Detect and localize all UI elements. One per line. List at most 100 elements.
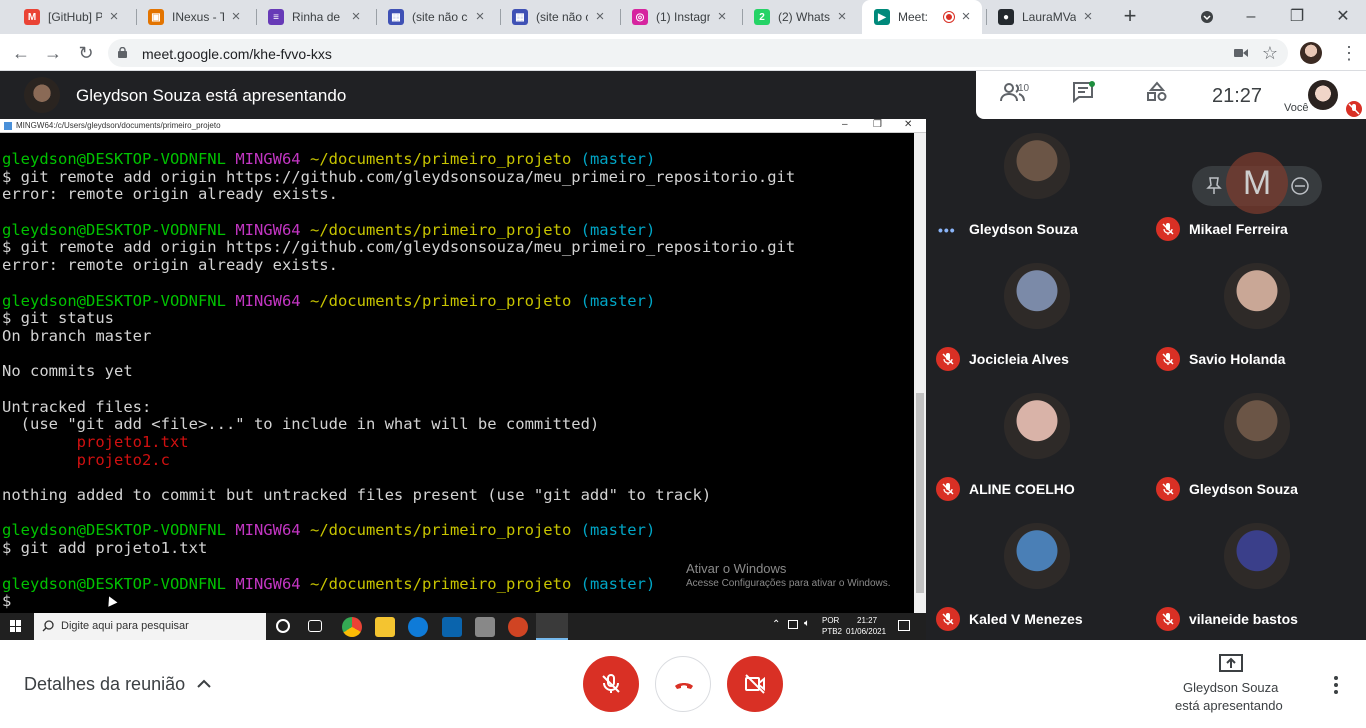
output-line: On branch master xyxy=(2,326,152,345)
presenter-title: Gleydson Souza está apresentando xyxy=(76,86,347,105)
back-icon[interactable]: ← xyxy=(8,40,34,66)
tab-title: [GitHub] Pl xyxy=(48,10,102,24)
terminal-line: error: remote origin already exists. xyxy=(2,256,914,275)
browser-tab[interactable]: ◎ (1) Instagra × xyxy=(620,0,738,34)
tray-keyboard[interactable]: PTB2 xyxy=(822,627,842,636)
powerpoint-icon[interactable] xyxy=(508,617,528,637)
participant-tile[interactable]: ALINE COELHO xyxy=(926,379,1146,509)
meet-header: Gleydson Souza está apresentando xyxy=(0,71,1366,119)
chrome-taskbar-icon[interactable] xyxy=(342,617,362,637)
close-tab-icon[interactable]: × xyxy=(592,9,608,25)
close-tab-icon[interactable]: × xyxy=(1080,9,1096,25)
minimize-icon[interactable]: – xyxy=(1236,4,1266,30)
participant-tile[interactable]: Gleydson Souza xyxy=(1146,379,1366,509)
command-line: $ git remote add origin https://github.c… xyxy=(2,167,796,186)
hang-up-button[interactable] xyxy=(655,656,711,712)
close-tab-icon[interactable]: × xyxy=(228,9,244,25)
terminal-window[interactable]: MINGW64:/c/Users/gleydson/documents/prim… xyxy=(0,119,926,613)
participant-avatar xyxy=(1224,263,1290,329)
close-tab-icon[interactable]: × xyxy=(958,9,974,25)
url-text[interactable]: meet.google.com/khe-fvvo-kxs xyxy=(142,46,332,62)
network-icon[interactable] xyxy=(788,620,798,629)
present-screen-icon[interactable] xyxy=(1219,654,1243,674)
participant-avatar xyxy=(1004,523,1070,589)
browser-tab[interactable]: ▦ (site não co × xyxy=(376,0,496,34)
close-tab-icon[interactable]: × xyxy=(106,9,122,25)
presenting-label-line2[interactable]: está apresentando xyxy=(1175,698,1283,713)
tray-chevron-icon[interactable]: ⌃ xyxy=(772,619,780,630)
presenting-label-line1[interactable]: Gleydson Souza xyxy=(1183,680,1278,695)
close-tab-icon[interactable]: × xyxy=(714,9,730,25)
task-view-icon[interactable] xyxy=(308,620,322,632)
store-icon[interactable] xyxy=(475,617,495,637)
browser-tab[interactable]: M [GitHub] Pl × xyxy=(12,0,130,34)
remove-icon[interactable] xyxy=(1290,176,1310,196)
participant-tile[interactable]: ••• Gleydson Souza xyxy=(926,119,1146,249)
terminal-close-icon[interactable]: ✕ xyxy=(904,119,912,131)
mail-icon[interactable] xyxy=(442,617,462,637)
participant-tile[interactable]: vilaneide bastos xyxy=(1146,509,1366,639)
cortana-icon[interactable] xyxy=(276,619,290,633)
close-tab-icon[interactable]: × xyxy=(348,9,364,25)
command-line: $ git add projeto1.txt xyxy=(2,539,208,558)
error-line: error: remote origin already exists. xyxy=(2,185,338,204)
close-window-icon[interactable]: ✕ xyxy=(1328,4,1358,30)
camera-blocked-icon[interactable] xyxy=(1234,47,1248,59)
prompt-user: gleydson@DESKTOP-VODNFNL xyxy=(2,291,226,310)
tab-search-icon[interactable] xyxy=(1192,4,1222,30)
participant-initial-avatar: M xyxy=(1226,152,1288,214)
tray-language[interactable]: POR xyxy=(822,616,839,625)
browser-tab[interactable]: ● LauraMVas × xyxy=(986,0,1104,34)
close-tab-icon[interactable]: × xyxy=(472,9,488,25)
profile-avatar[interactable] xyxy=(1300,42,1322,64)
chat-icon[interactable] xyxy=(1072,81,1096,103)
terminal-maximize-icon[interactable]: ❐ xyxy=(873,119,882,131)
participant-avatar xyxy=(1004,133,1070,199)
file-explorer-icon[interactable] xyxy=(375,617,395,637)
browser-tab[interactable]: ▶ Meet: × xyxy=(862,0,982,34)
prompt-env: MINGW64 xyxy=(235,574,301,593)
notification-icon[interactable] xyxy=(898,620,910,631)
reload-icon[interactable]: ↻ xyxy=(73,40,99,66)
omnibox[interactable]: meet.google.com/khe-fvvo-kxs ☆ xyxy=(108,39,1288,67)
restore-icon[interactable]: ❐ xyxy=(1282,4,1312,30)
prompt-branch: (master) xyxy=(580,220,656,239)
mic-off-button[interactable] xyxy=(583,656,639,712)
terminal-scrollbar[interactable] xyxy=(914,133,926,613)
close-tab-icon[interactable]: × xyxy=(834,9,850,25)
terminal-scroll-thumb[interactable] xyxy=(916,393,924,593)
browser-tab[interactable]: ≡ Rinha de C × xyxy=(256,0,372,34)
tray-date[interactable]: 01/06/2021 xyxy=(846,627,886,636)
forward-icon[interactable]: → xyxy=(40,40,66,66)
bookmark-star-icon[interactable]: ☆ xyxy=(1262,43,1278,63)
self-label: Você xyxy=(1284,102,1309,114)
tray-time[interactable]: 21:27 xyxy=(857,616,877,625)
self-avatar xyxy=(1308,80,1338,110)
volume-icon[interactable]: 🔈︎ xyxy=(804,618,810,629)
prompt-branch: (master) xyxy=(580,574,656,593)
terminal-minimize-icon[interactable]: – xyxy=(842,119,848,131)
more-options-icon[interactable] xyxy=(1330,674,1342,696)
git-bash-taskbar-icon[interactable] xyxy=(536,613,568,640)
windows-start-icon[interactable] xyxy=(10,620,22,632)
camera-off-button[interactable] xyxy=(727,656,783,712)
participant-tile[interactable]: Jocicleia Alves xyxy=(926,249,1146,379)
browser-tab[interactable]: ▣ INexus - Tu × xyxy=(136,0,252,34)
meeting-details-button[interactable]: Detalhes da reunião xyxy=(24,674,185,695)
terminal-output[interactable]: gleydson@DESKTOP-VODNFNL MINGW64 ~/docum… xyxy=(2,151,914,611)
browser-tab[interactable]: ▦ (site não co × xyxy=(500,0,616,34)
activities-icon[interactable] xyxy=(1146,81,1168,103)
chevron-up-icon[interactable] xyxy=(196,676,212,692)
windows-search-box[interactable]: Digite aqui para pesquisar xyxy=(34,613,266,640)
gmail-icon: M xyxy=(24,9,40,25)
participant-tile[interactable]: Savio Holanda xyxy=(1146,249,1366,379)
new-tab-button[interactable]: + xyxy=(1118,5,1142,29)
prompt-user: gleydson@DESKTOP-VODNFNL xyxy=(2,521,226,540)
windows-taskbar: Digite aqui para pesquisar ⌃ 🔈︎ POR PTB2… xyxy=(0,613,926,640)
participant-tile[interactable]: Kaled V Menezes xyxy=(926,509,1146,639)
pin-icon[interactable] xyxy=(1206,177,1222,195)
browser-menu-icon[interactable]: ⋮ xyxy=(1340,40,1358,66)
browser-tab[interactable]: 2 (2) WhatsA × xyxy=(742,0,858,34)
edge-icon[interactable] xyxy=(408,617,428,637)
